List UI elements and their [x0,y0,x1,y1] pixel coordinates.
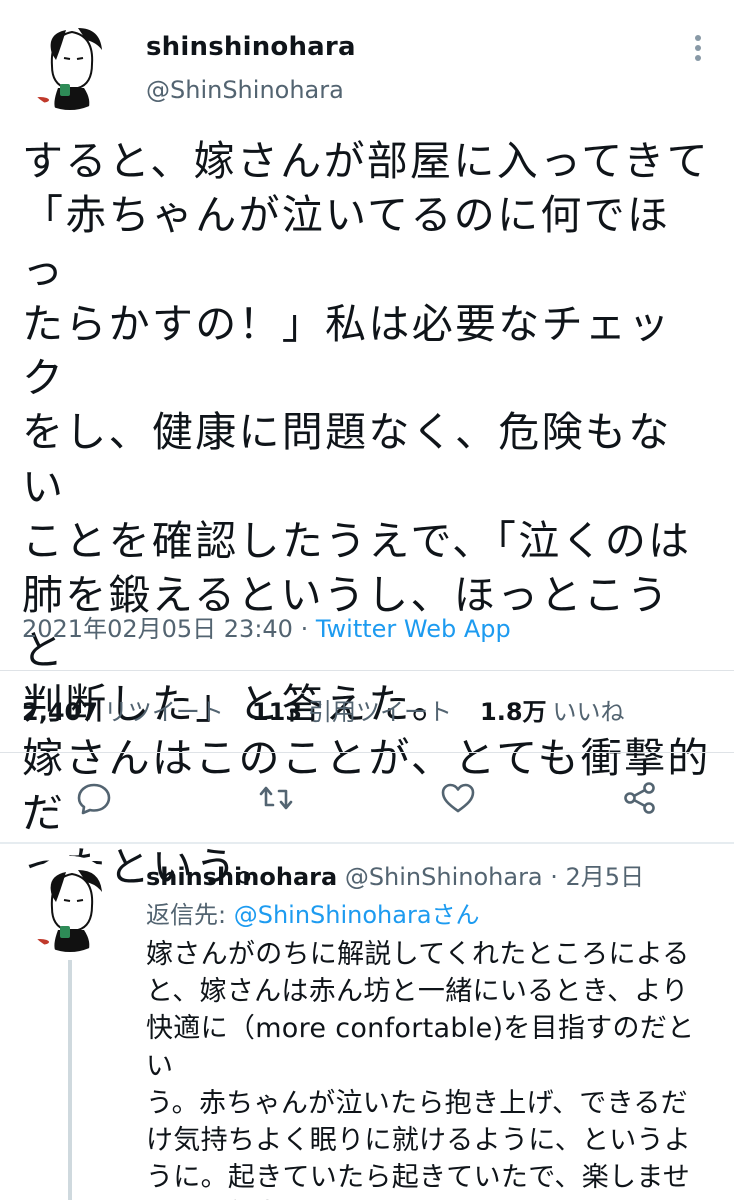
tweet-text: すると、嫁さんが部屋に入ってきて 「赤ちゃんが泣いてるのに何でほっ たらかすの！… [22,137,711,891]
retweet-label: リツイート [103,698,224,726]
like-count: 1.8万 [480,698,547,726]
author-avatar[interactable] [22,14,118,110]
reply-bubble-icon[interactable] [74,778,114,818]
like-label: いいね [552,698,625,726]
tweet-timestamp[interactable]: 2021年02月05日 23:40 [22,615,293,643]
reply-separator: · [542,863,566,891]
more-dots-icon[interactable] [678,28,718,68]
quote-count: 113 [251,698,303,726]
replying-to-link[interactable]: @ShinShinoharaさん [234,901,480,929]
author-name[interactable]: shinshinohara [146,32,356,62]
share-icon[interactable] [620,778,660,818]
avatar-illustration-icon [22,856,118,952]
avatar-illustration-icon [22,14,118,110]
thread-line [68,960,72,1200]
reply-author-handle[interactable]: @ShinShinohara [345,863,543,891]
replying-to: 返信先: @ShinShinoharaさん [146,898,480,932]
quote-label: 引用ツイート [308,698,453,726]
tweet-detail-screen: shinshinohara @ShinShinohara すると、嫁さんが部屋に… [0,0,734,1200]
meta-separator: · [292,615,316,643]
author-handle[interactable]: @ShinShinohara [146,76,344,104]
reply-date[interactable]: 2月5日 [566,863,645,891]
tweet-meta: 2021年02月05日 23:40 · Twitter Web App [22,612,511,646]
section-divider [0,842,734,844]
tweet-stats: 2,407 リツイート 113 引用ツイート 1.8万 いいね [22,695,653,729]
retweet-count: 2,407 [22,698,98,726]
replying-label: 返信先: [146,901,234,929]
retweet-icon[interactable] [256,778,296,818]
quote-count-group[interactable]: 113 引用ツイート [252,698,480,726]
divider [0,752,734,753]
tweet-source-app[interactable]: Twitter Web App [316,615,511,643]
like-count-group[interactable]: 1.8万 いいね [480,698,653,726]
reply-author-name[interactable]: shinshinohara [146,863,337,891]
reply-author-avatar[interactable] [22,856,118,952]
reply-text: 嫁さんがのちに解説してくれたところによる と、嫁さんは赤ん坊と一緒にいるとき、よ… [146,939,695,1200]
heart-icon[interactable] [438,778,478,818]
retweet-count-group[interactable]: 2,407 リツイート [22,698,252,726]
reply-header: shinshinohara @ShinShinohara · 2月5日 [146,860,644,894]
divider [0,670,734,671]
